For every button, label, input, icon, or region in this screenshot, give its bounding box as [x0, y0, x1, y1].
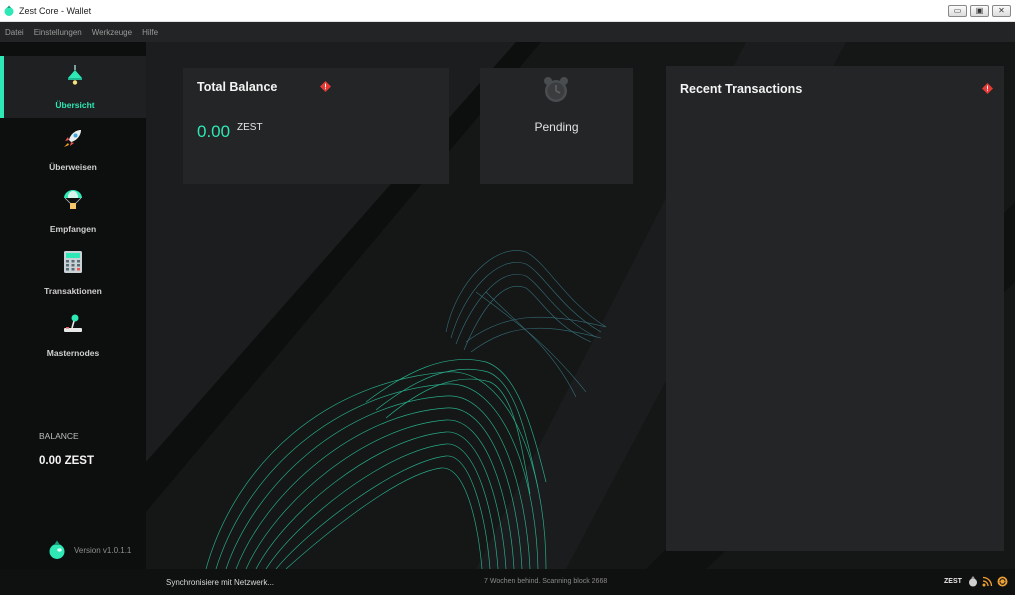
minimize-button[interactable]: ▭	[948, 5, 967, 17]
calculator-icon	[61, 250, 85, 274]
parachute-icon	[61, 188, 85, 212]
window-title: Zest Core - Wallet	[19, 5, 92, 16]
status-bar: Synchronisiere mit Netzwerk... 7 Wochen …	[0, 569, 1015, 595]
total-balance-unit: ZEST	[237, 122, 263, 133]
version-info: Version v1.0.1.1	[48, 540, 131, 560]
pending-label: Pending	[534, 120, 579, 134]
menu-einstellungen[interactable]: Einstellungen	[34, 28, 82, 37]
maximize-icon: ▣	[975, 6, 984, 15]
total-balance-amount: 0.00	[197, 122, 231, 141]
overview-page: Total Balance 0.00 ZEST Pending Recent T…	[146, 42, 1015, 569]
menu-hilfe[interactable]: Hilfe	[142, 28, 158, 37]
menu-datei[interactable]: Datei	[5, 28, 24, 37]
sidebar-item-label: Transaktionen	[44, 286, 102, 296]
sidebar-item-label: Übersicht	[55, 100, 95, 110]
lamp-icon	[63, 64, 87, 88]
total-balance-card: Total Balance 0.00 ZEST	[183, 68, 449, 184]
zest-logo-icon	[4, 5, 14, 16]
minimize-icon: ▭	[953, 6, 962, 15]
close-icon: ✕	[998, 6, 1005, 15]
syncing-icon	[997, 576, 1008, 587]
total-balance-title: Total Balance	[197, 80, 278, 94]
network-activity-icon[interactable]	[982, 576, 993, 587]
sync-progress-text: 7 Wochen behind. Scanning block 2668	[484, 578, 608, 585]
menu-werkzeuge[interactable]: Werkzeuge	[92, 28, 132, 37]
sidebar-item-label: Empfangen	[49, 224, 97, 234]
close-button[interactable]: ✕	[992, 5, 1011, 17]
pending-card: Pending	[480, 68, 633, 184]
sidebar-balance-value: 0.00 ZEST	[39, 455, 94, 467]
sidebar-item-receive[interactable]: Empfangen	[0, 180, 146, 242]
sidebar-balance-label: BALANCE	[39, 431, 79, 441]
title-bar: Zest Core - Wallet ▭ ▣ ✕	[0, 0, 1015, 22]
recent-transactions-title: Recent Transactions	[680, 82, 803, 96]
sidebar-item-transactions[interactable]: Transaktionen	[0, 242, 146, 304]
sync-status-text: Synchronisiere mit Netzwerk...	[166, 578, 275, 587]
unit-label[interactable]: ZEST	[944, 578, 962, 585]
version-text: Version v1.0.1.1	[74, 545, 132, 555]
rocket-icon	[61, 126, 85, 150]
hd-wallet-icon	[968, 576, 977, 587]
zest-logo-icon	[49, 540, 65, 559]
sidebar-item-send[interactable]: Überweisen	[0, 118, 146, 180]
joystick-icon	[61, 312, 85, 336]
out-of-sync-warning-icon[interactable]	[982, 83, 993, 94]
alarm-clock-icon	[544, 77, 568, 102]
recent-transactions-card: Recent Transactions	[666, 66, 1004, 551]
status-tray: ZEST	[944, 576, 1008, 587]
sidebar-item-overview[interactable]: Übersicht	[0, 56, 146, 118]
sidebar: Übersicht Überweisen Empfangen Transakti…	[0, 42, 146, 569]
menu-bar: Datei Einstellungen Werkzeuge Hilfe	[0, 22, 1015, 42]
sidebar-item-label: Masternodes	[46, 348, 100, 358]
out-of-sync-warning-icon[interactable]	[320, 81, 331, 92]
maximize-button[interactable]: ▣	[970, 5, 989, 17]
sidebar-item-label: Überweisen	[49, 162, 97, 172]
sidebar-item-masternodes[interactable]: Masternodes	[0, 304, 146, 366]
